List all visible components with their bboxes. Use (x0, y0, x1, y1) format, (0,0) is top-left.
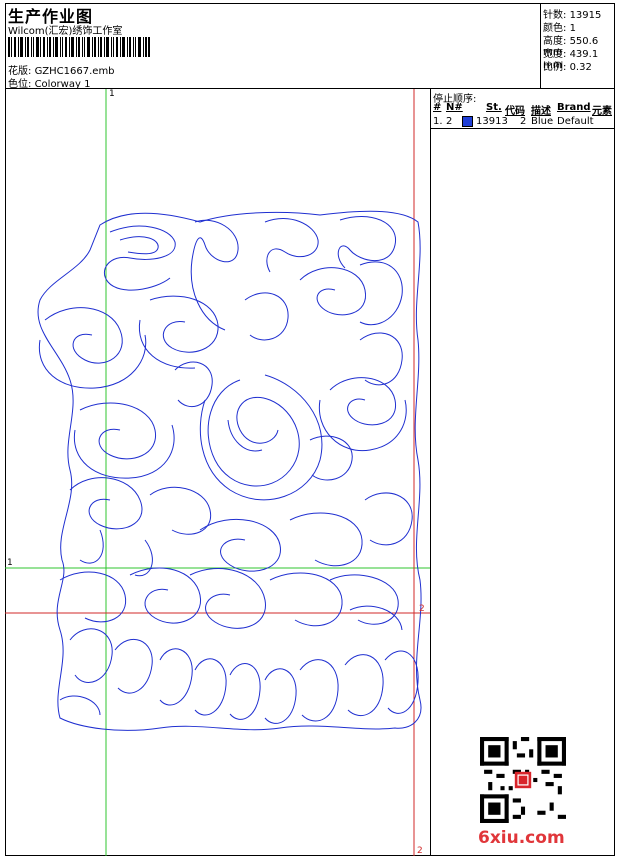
green-vertical-marker: 1 (109, 89, 115, 99)
watermark-text: 6xiu.com (478, 828, 565, 848)
embroidery-design (5, 89, 430, 856)
red-horizontal-marker: 2 (419, 604, 425, 614)
stitch-paths (37, 210, 422, 731)
red-vertical-marker: 2 (417, 846, 423, 856)
green-horizontal-marker: 1 (7, 558, 13, 568)
qr-code-icon (480, 737, 566, 823)
